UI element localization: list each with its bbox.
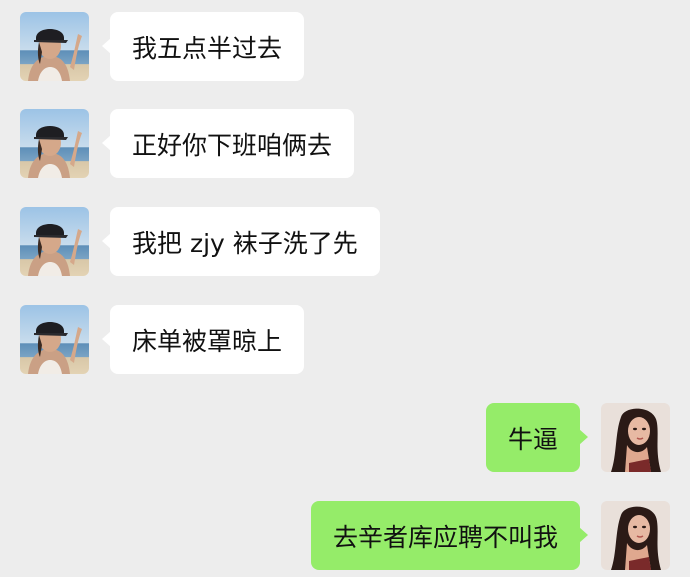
contact-avatar-icon[interactable] <box>20 207 89 276</box>
message-bubble-outgoing[interactable]: 牛逼 <box>485 403 589 472</box>
my-avatar-icon[interactable] <box>601 501 670 570</box>
message-bubble-incoming[interactable]: 床单被罩晾上 <box>101 305 305 374</box>
my-avatar-icon[interactable] <box>601 403 670 472</box>
chat-area: 我五点半过去 正好你下班咱俩去 我把 zjy 袜子洗了先 床单被罩晾上 牛逼 去… <box>0 0 690 577</box>
contact-avatar-icon[interactable] <box>20 109 89 178</box>
message-bubble-incoming[interactable]: 我把 zjy 袜子洗了先 <box>102 207 380 276</box>
contact-avatar-icon[interactable] <box>20 12 89 81</box>
message-bubble-outgoing[interactable]: 去辛者库应聘不叫我 <box>310 501 589 570</box>
contact-avatar-icon[interactable] <box>20 305 89 374</box>
message-bubble-incoming[interactable]: 正好你下班咱俩去 <box>101 109 355 178</box>
message-bubble-incoming[interactable]: 我五点半过去 <box>101 12 305 81</box>
